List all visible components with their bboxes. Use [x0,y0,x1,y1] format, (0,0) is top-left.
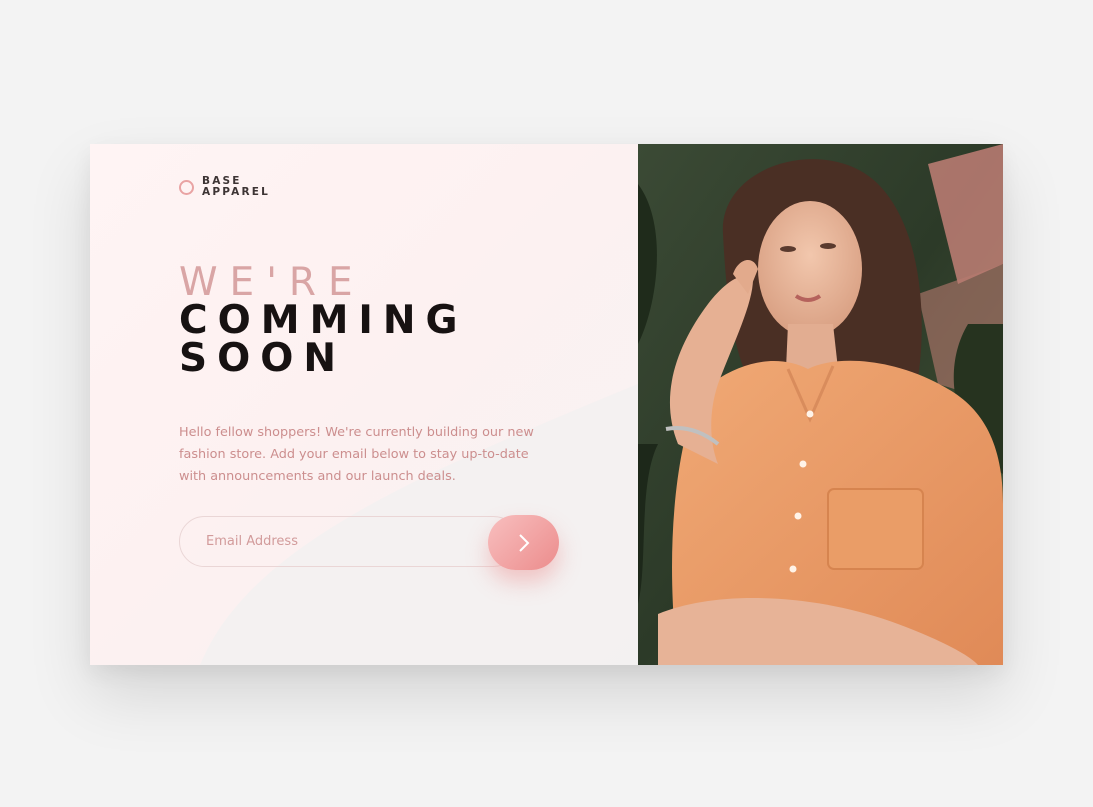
hero-photo [638,144,1003,665]
headline-light: WE'RE [179,260,365,305]
page-headline: WE'RE COMMING SOON [179,260,468,381]
background-wave [200,384,638,665]
ring-logo-icon [179,179,194,195]
headline-dark-line-1: COMMING [179,298,468,343]
brand-line-2: APPAREL [202,186,271,198]
chevron-right-icon [518,533,529,552]
email-signup-form [179,515,559,570]
submit-button[interactable] [488,515,559,570]
brand-name: BASE APPAREL [202,176,270,198]
headline-dark-line-2: SOON [179,336,347,381]
email-input[interactable] [179,516,519,567]
hero-image-panel [638,144,1003,665]
landing-card: BASE APPAREL WE'RE COMMING SOON Hello fe… [90,144,1003,665]
content-panel: BASE APPAREL WE'RE COMMING SOON Hello fe… [90,144,638,665]
brand-logo[interactable]: BASE APPAREL [179,176,270,198]
intro-text: Hello fellow shoppers! We're currently b… [179,425,534,484]
